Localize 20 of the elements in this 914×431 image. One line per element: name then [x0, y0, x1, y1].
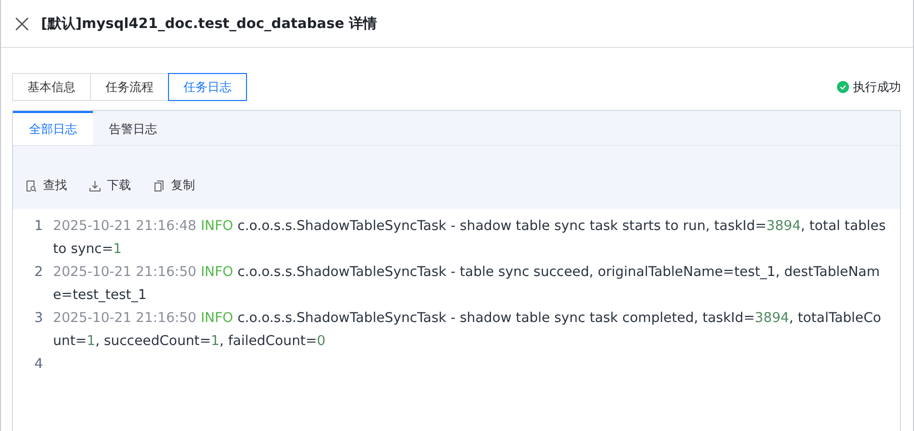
tab[interactable]: 任务日志 — [168, 73, 247, 101]
line-number: 1 — [33, 217, 44, 236]
copy-button[interactable]: 复制 — [153, 177, 195, 194]
log-tab[interactable]: 告警日志 — [93, 111, 173, 145]
line-number: 3 — [33, 309, 44, 328]
copy-icon — [153, 180, 165, 192]
line-number: 4 — [33, 355, 44, 374]
search-button[interactable]: 查找 — [25, 177, 67, 194]
status-label: 执行成功 — [853, 78, 901, 96]
tab[interactable]: 任务流程 — [90, 73, 169, 101]
line-number: 2 — [33, 263, 44, 282]
search-icon — [25, 180, 37, 192]
close-icon[interactable] — [15, 16, 29, 30]
download-button[interactable]: 下载 — [89, 177, 131, 194]
download-icon — [89, 180, 101, 192]
log-line: 2025-10-21 21:16:50 INFO c.o.o.s.s.ShadowTableSyncTask - shadow table sync task completed, taskId=3894, totalTableCount=1, succeedCount=1, failedCount=0 — [53, 309, 882, 351]
window-title: [默认]mysql421_doc.test_doc_database 详情 — [41, 14, 378, 32]
log-tab[interactable]: 全部日志 — [13, 111, 93, 145]
tab[interactable]: 基本信息 — [12, 73, 91, 101]
log-line: 2025-10-21 21:16:48 INFO c.o.o.s.s.ShadowTableSyncTask - shadow table sync task starts to run, taskId=3894, total tables to sync=1 — [53, 217, 887, 259]
